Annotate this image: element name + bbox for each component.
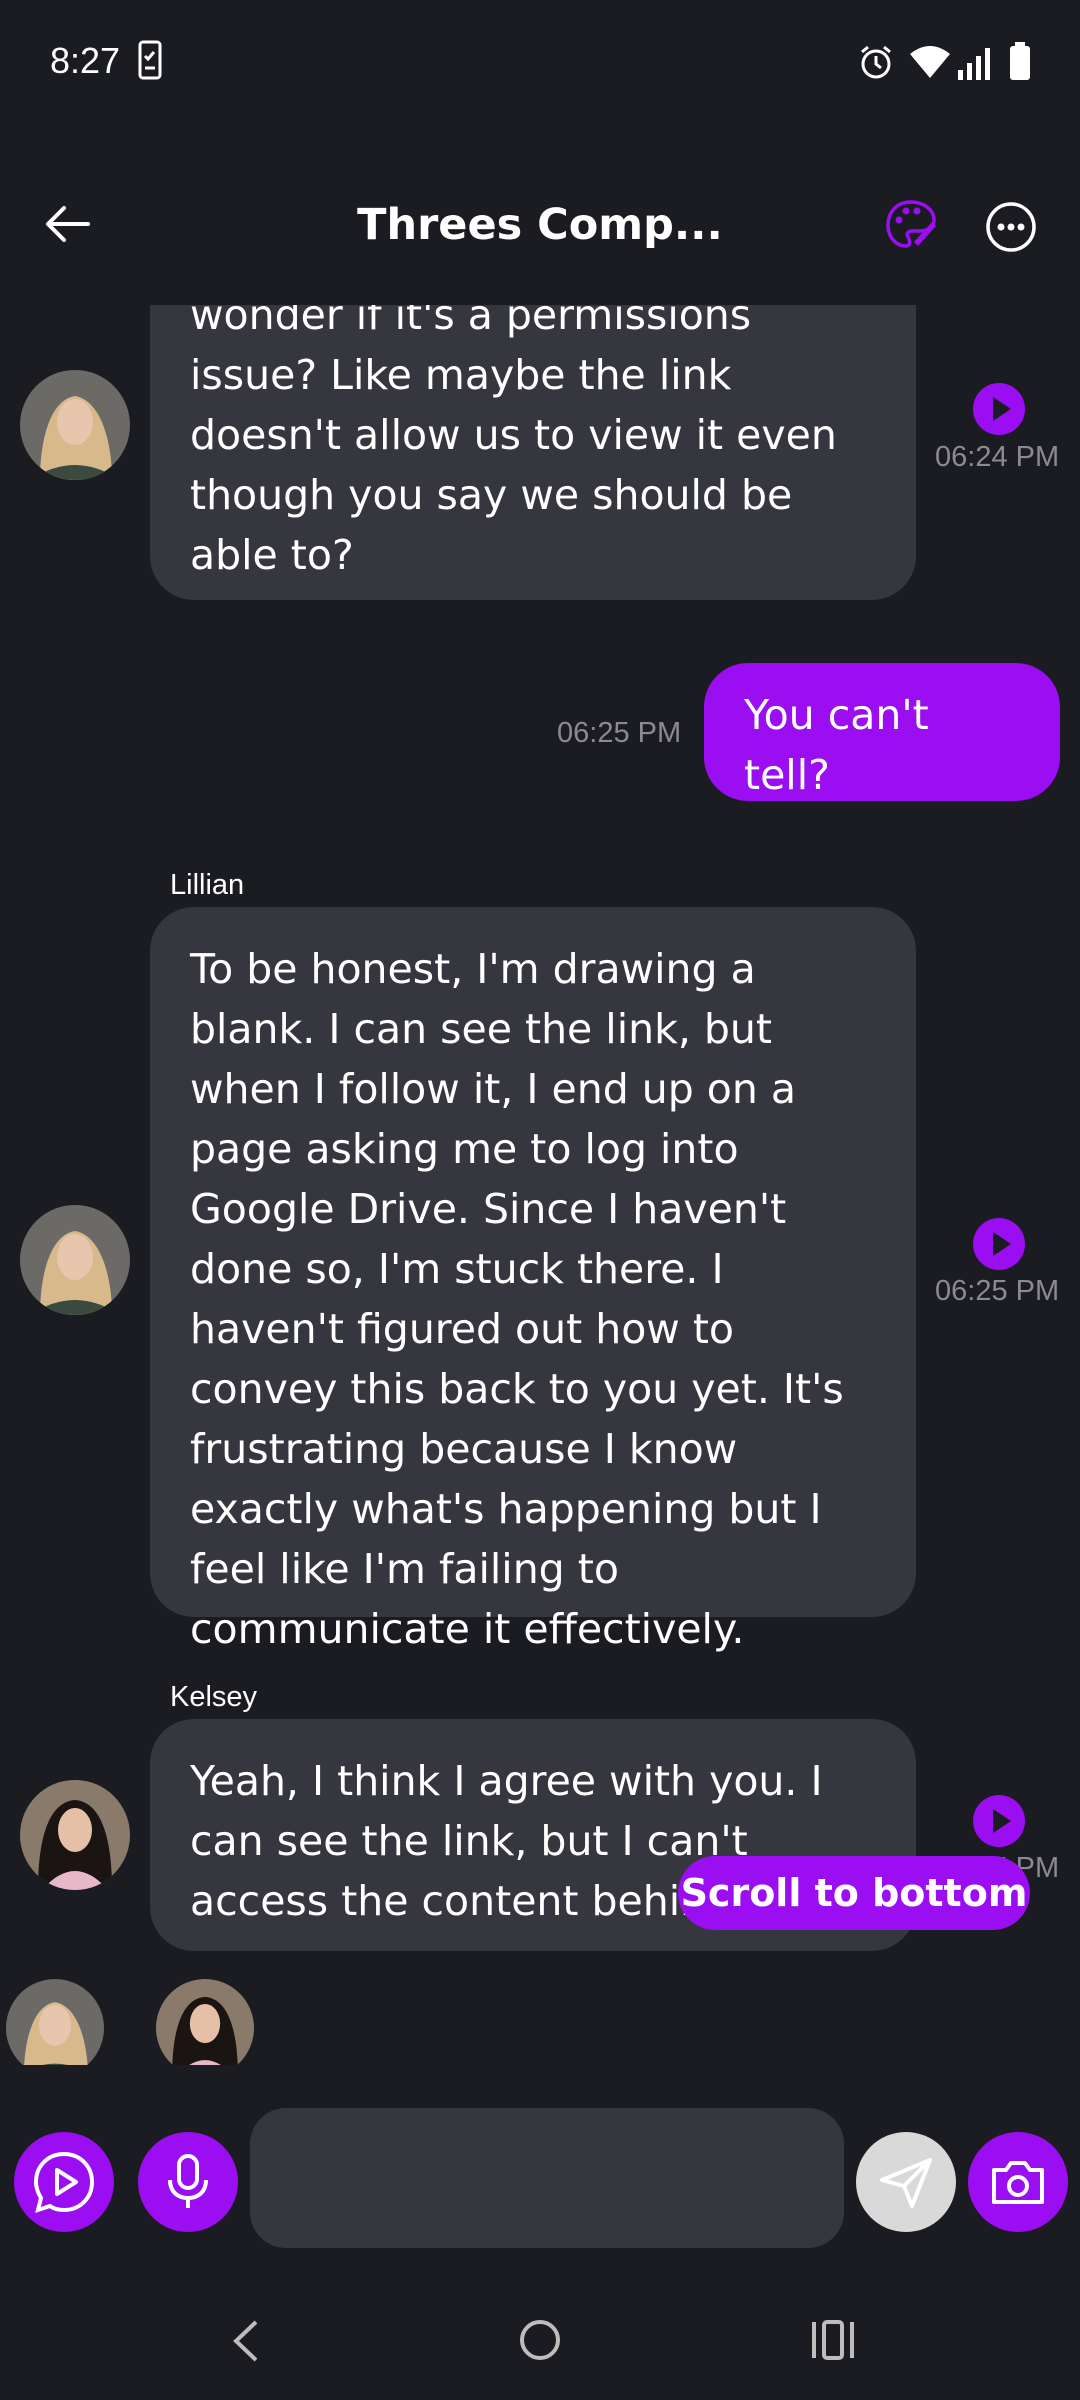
message-bubble: Hmmm that's really weird. I wonder if it…: [150, 305, 916, 600]
avatar-kelsey-image: [156, 1979, 254, 2065]
avatar-lillian-image: [6, 1979, 104, 2065]
message-input[interactable]: [250, 2108, 844, 2248]
scroll-to-bottom-button[interactable]: Scroll to bottom: [678, 1856, 1030, 1930]
sender-name: Lillian: [170, 869, 245, 901]
microphone-icon: [168, 2154, 208, 2208]
message-text: Hmmm that's really weird. I wonder if it…: [190, 305, 837, 579]
avatar-lillian-image: [20, 1205, 130, 1315]
avatar-lillian-image: [20, 370, 130, 480]
user-message-bubble: You can't tell?: [704, 663, 1060, 801]
camera-icon: [992, 2161, 1044, 2204]
phone-checklist-icon: [138, 40, 162, 80]
chat-title[interactable]: Threes Comp...: [260, 200, 820, 250]
battery-icon: [1010, 42, 1030, 80]
avatar[interactable]: [20, 1205, 130, 1315]
nav-back-icon[interactable]: [228, 2318, 264, 2364]
play-audio-button[interactable]: [973, 1795, 1025, 1847]
play-audio-button[interactable]: [973, 1218, 1025, 1270]
nav-home-icon[interactable]: [518, 2318, 562, 2362]
message-bubble: To be honest, I'm drawing a blank. I can…: [150, 907, 916, 1653]
send-icon: [880, 2158, 932, 2208]
status-bar: 8:27: [0, 0, 1080, 120]
avatar[interactable]: [20, 1780, 130, 1890]
camera-button[interactable]: [968, 2132, 1068, 2232]
back-icon[interactable]: [44, 200, 92, 248]
system-nav-bar: [0, 2280, 1080, 2400]
status-time: 8:27: [50, 40, 121, 81]
message-list[interactable]: Hmmm that's really weird. I wonder if it…: [0, 305, 1080, 2065]
message-time: 06:25 PM: [935, 1275, 1060, 1307]
send-button[interactable]: [856, 2132, 956, 2232]
typing-avatar: [156, 1979, 254, 2065]
avatar[interactable]: [20, 370, 130, 480]
typing-avatar: [6, 1979, 104, 2065]
play-audio-button[interactable]: [973, 383, 1025, 435]
play-bubble-icon: [33, 2151, 95, 2214]
video-call-button[interactable]: [14, 2132, 114, 2232]
chat-header: Threes Comp...: [0, 180, 1080, 290]
avatar-kelsey-image: [20, 1780, 130, 1890]
sender-name: Kelsey: [170, 1681, 258, 1713]
nav-recents-icon[interactable]: [810, 2318, 856, 2362]
message-time: 06:25 PM: [557, 717, 682, 749]
alarm-icon: [861, 45, 891, 79]
more-options-icon[interactable]: [984, 200, 1038, 254]
message-time: 06:24 PM: [935, 441, 1060, 473]
signal-icon: [958, 48, 990, 80]
voice-record-button[interactable]: [138, 2132, 238, 2232]
palette-icon[interactable]: [884, 198, 938, 252]
message-text: To be honest, I'm drawing a blank. I can…: [190, 945, 844, 1653]
wifi-icon: [910, 46, 950, 78]
message-text: You can't tell?: [744, 691, 929, 799]
